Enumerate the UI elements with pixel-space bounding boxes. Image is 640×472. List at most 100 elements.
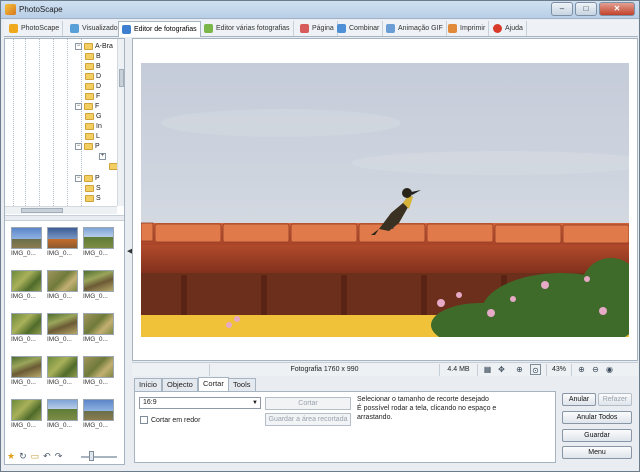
collapse-icon[interactable]: − xyxy=(75,174,82,182)
tree-item[interactable]: L xyxy=(85,131,100,141)
thumbnail[interactable]: IMG_0... xyxy=(11,270,42,302)
tree-item[interactable]: In xyxy=(85,121,102,131)
tree-item[interactable]: D xyxy=(85,71,101,81)
zoom-level: 43% xyxy=(546,364,572,376)
thumbnail[interactable]: IMG_0... xyxy=(83,227,114,259)
tree-item[interactable]: G xyxy=(85,111,101,121)
crop-around-checkbox[interactable]: Cortar em redor xyxy=(140,416,200,424)
tab-tools[interactable]: Tools xyxy=(228,378,256,391)
photo-canvas[interactable] xyxy=(132,38,638,361)
thumbnail[interactable]: IMG_0... xyxy=(47,227,78,259)
folder-icon xyxy=(84,142,93,150)
thumbnail[interactable]: IMG_0... xyxy=(47,313,78,345)
tab-editor-de-fotografias[interactable]: Editor de fotografias xyxy=(118,21,201,37)
tab-cortar[interactable]: Cortar xyxy=(198,377,229,391)
tree-item[interactable]: S xyxy=(85,193,101,203)
close-button[interactable]: ✕ xyxy=(599,2,635,16)
panel-splitter[interactable] xyxy=(5,215,124,221)
thumbnail[interactable]: IMG_0... xyxy=(11,399,42,431)
slider-knob[interactable] xyxy=(89,451,94,461)
minimize-button[interactable]: – xyxy=(551,2,573,16)
folder-icon xyxy=(85,184,94,192)
tab-objecto[interactable]: Objecto xyxy=(162,378,198,391)
thumbnail[interactable]: IMG_0... xyxy=(47,356,78,388)
scroll-thumb[interactable] xyxy=(119,69,124,87)
tree-item[interactable]: F xyxy=(85,91,100,101)
menu-button[interactable]: Menu xyxy=(562,446,632,459)
collapse-icon[interactable]: − xyxy=(75,142,82,150)
photo-scene xyxy=(141,109,629,337)
tree-item[interactable]: + xyxy=(99,151,108,161)
tab-inicio[interactable]: Início xyxy=(134,378,162,391)
tree-item[interactable]: − A-Bra xyxy=(75,41,113,51)
tree-item[interactable]: B xyxy=(85,51,101,61)
collapse-icon[interactable]: − xyxy=(75,102,82,110)
zoom-out-icon[interactable]: ⊖ xyxy=(590,364,601,375)
thumbnail-image xyxy=(11,399,42,421)
tab-animacao-gif[interactable]: Animação GIF xyxy=(383,21,447,36)
thumbnail[interactable]: IMG_0... xyxy=(47,270,78,302)
undo-button[interactable]: Anular xyxy=(562,393,596,406)
thumbnail[interactable]: IMG_0... xyxy=(11,313,42,345)
tab-ajuda[interactable]: Ajuda xyxy=(490,21,527,36)
crop-button[interactable]: Cortar xyxy=(265,397,351,410)
info-icon[interactable]: ◉ xyxy=(604,364,615,375)
thumbnail[interactable]: IMG_0... xyxy=(83,399,114,431)
thumbnail-image xyxy=(11,227,42,249)
tree-item[interactable]: − F xyxy=(75,101,99,111)
thumbnail-image xyxy=(47,227,78,249)
tree-item[interactable]: B xyxy=(85,61,101,71)
star-icon[interactable]: ★ xyxy=(7,451,15,462)
thumbnail[interactable]: IMG_0... xyxy=(11,356,42,388)
photoscape-window: PhotoScape – □ ✕ PhotoScape Visualizador… xyxy=(0,0,640,472)
folder-icon xyxy=(85,62,94,70)
thumbnail-size-slider[interactable] xyxy=(81,456,117,458)
tab-visualizador[interactable]: Visualizador xyxy=(67,21,125,36)
tree-item[interactable]: − P xyxy=(75,173,100,183)
collapse-icon[interactable]: − xyxy=(75,42,82,50)
zoom-in-icon[interactable]: ⊕ xyxy=(576,364,587,375)
crop-ratio-select[interactable]: 16:9 ▼ xyxy=(139,397,261,409)
zoom-actual-icon[interactable]: ⊙ xyxy=(530,364,541,375)
tree-item[interactable]: − P xyxy=(75,141,100,151)
fit-screen-icon[interactable]: ✥ xyxy=(496,364,507,375)
crop-hint: Selecionar o tamanho de recorte desejado… xyxy=(357,396,497,421)
redo-button[interactable]: Refazer xyxy=(598,393,632,406)
editor-controls: Início Objecto Cortar Tools 16:9 ▼ Cortar… xyxy=(132,377,638,465)
tab-photoscape[interactable]: PhotoScape xyxy=(6,21,64,36)
maximize-button[interactable]: □ xyxy=(575,2,597,16)
title-bar: PhotoScape – □ ✕ xyxy=(1,1,639,19)
expand-icon[interactable]: + xyxy=(99,152,106,160)
save-button[interactable]: Guardar xyxy=(562,429,632,442)
tab-editor-varias-fotografias[interactable]: Editor várias fotografias xyxy=(201,21,294,36)
thumbnail[interactable]: IMG_0... xyxy=(11,227,42,259)
photo-image xyxy=(141,63,629,337)
thumbnail[interactable]: IMG_0... xyxy=(47,399,78,431)
tree-item[interactable]: S xyxy=(85,183,101,193)
checkerboard-icon[interactable]: ▦ xyxy=(482,364,493,375)
thumbnail[interactable]: IMG_0... xyxy=(83,270,114,302)
rotate-icon[interactable]: ↻ xyxy=(19,451,27,462)
thumbnail[interactable]: IMG_0... xyxy=(83,356,114,388)
undo-all-button[interactable]: Anular Todos xyxy=(562,411,632,424)
app-logo-icon xyxy=(5,4,16,15)
chevron-down-icon: ▼ xyxy=(252,400,258,406)
tree-vertical-scrollbar[interactable] xyxy=(117,39,124,206)
tab-pagina[interactable]: Página xyxy=(297,21,338,36)
scroll-thumb[interactable] xyxy=(21,208,63,213)
folder-icon xyxy=(85,122,94,130)
tab-combinar[interactable]: Combinar xyxy=(334,21,384,36)
folder-icon[interactable]: ▭ xyxy=(31,451,40,462)
tab-imprimir[interactable]: Imprimir xyxy=(445,21,490,36)
redo-arrow-icon[interactable]: ↷ xyxy=(55,451,63,462)
folder-icon xyxy=(84,174,93,182)
checkbox-box[interactable] xyxy=(140,416,148,424)
tree-item[interactable]: D xyxy=(85,81,101,91)
save-cropped-area-button[interactable]: Guardar a área recortada xyxy=(265,413,351,426)
folder-tree[interactable]: − A-Bra B B D D F − F G In L − P + − P S S xyxy=(5,39,124,206)
undo-arrow-icon[interactable]: ↶ xyxy=(43,451,51,462)
tree-horizontal-scrollbar[interactable] xyxy=(5,206,117,214)
thumbnail[interactable]: IMG_0... xyxy=(83,313,114,345)
zoom-fit-icon[interactable]: ⊕ xyxy=(514,364,525,375)
thumbnail-image xyxy=(11,313,42,335)
